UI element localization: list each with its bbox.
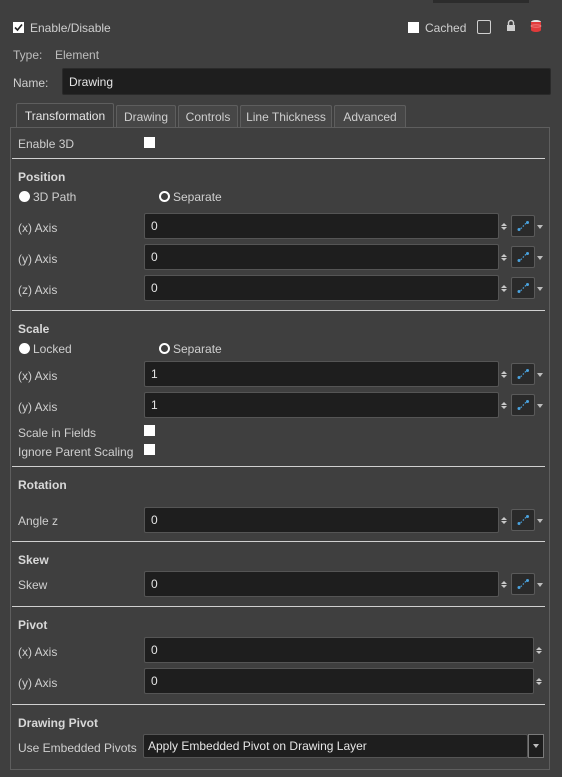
- scale-y-input[interactable]: 1: [144, 392, 499, 418]
- function-curve-icon: [517, 515, 529, 525]
- function-curve-button[interactable]: [511, 277, 535, 299]
- position-y-spinner[interactable]: [500, 244, 508, 270]
- chevron-down-icon[interactable]: [537, 256, 543, 260]
- position-z-input[interactable]: 0: [144, 275, 499, 301]
- position-x-label: (x) Axis: [18, 221, 58, 235]
- checkmark-icon: [14, 23, 23, 32]
- function-curve-icon: [517, 369, 529, 379]
- radio-position-separate-label: Separate: [173, 190, 222, 204]
- skew-input[interactable]: 0: [144, 571, 499, 597]
- radio-3d-path-label: 3D Path: [33, 190, 77, 204]
- chevron-down-icon[interactable]: [537, 583, 543, 587]
- divider: [12, 466, 545, 467]
- tab-drawing[interactable]: Drawing: [116, 105, 176, 127]
- divider: [12, 541, 545, 542]
- radio-position-separate[interactable]: [159, 191, 170, 202]
- scale-in-fields-label: Scale in Fields: [18, 426, 97, 440]
- chevron-down-icon[interactable]: [537, 404, 543, 408]
- skew-spinner[interactable]: [500, 571, 508, 597]
- position-y-input[interactable]: 0: [144, 244, 499, 270]
- position-x-spinner[interactable]: [500, 213, 508, 239]
- name-input[interactable]: Drawing: [62, 68, 551, 95]
- function-curve-button[interactable]: [511, 215, 535, 237]
- chevron-down-icon[interactable]: [537, 287, 543, 291]
- function-curve-icon: [517, 252, 529, 262]
- embedded-pivot-dropdown-button[interactable]: [528, 734, 544, 758]
- enable-label: Enable/Disable: [30, 21, 111, 35]
- pivot-x-input[interactable]: 0: [144, 637, 534, 663]
- function-curve-button[interactable]: [511, 394, 535, 416]
- type-value: Element: [55, 48, 100, 62]
- radio-scale-separate[interactable]: [159, 343, 170, 354]
- angle-z-label: Angle z: [18, 514, 59, 528]
- divider: [12, 606, 545, 607]
- function-curve-button[interactable]: [511, 246, 535, 268]
- pivot-x-spinner[interactable]: [535, 637, 543, 663]
- pivot-y-spinner[interactable]: [535, 668, 543, 694]
- database-icon[interactable]: [530, 19, 542, 36]
- tab-advanced[interactable]: Advanced: [334, 105, 406, 127]
- scale-x-spinner[interactable]: [500, 361, 508, 387]
- scale-title: Scale: [18, 322, 50, 336]
- pivot-title: Pivot: [18, 618, 48, 632]
- position-z-label: (z) Axis: [18, 283, 58, 297]
- function-curve-icon: [517, 221, 529, 231]
- tab-transformation[interactable]: Transformation: [16, 103, 114, 128]
- radio-scale-separate-label: Separate: [173, 342, 222, 356]
- scale-y-label: (y) Axis: [18, 400, 58, 414]
- drawing-pivot-title: Drawing Pivot: [18, 716, 99, 730]
- radio-scale-locked[interactable]: [19, 343, 30, 354]
- cached-checkbox[interactable]: [408, 22, 419, 33]
- function-curve-icon: [517, 579, 529, 589]
- enable3d-checkbox[interactable]: [144, 137, 155, 148]
- lock-icon[interactable]: [506, 19, 516, 36]
- chevron-down-icon[interactable]: [537, 225, 543, 229]
- divider: [12, 158, 545, 159]
- function-curve-button[interactable]: [511, 363, 535, 385]
- top-edge-tab: [433, 0, 529, 3]
- angle-z-spinner[interactable]: [500, 507, 508, 533]
- color-swatch-button[interactable]: [477, 20, 491, 34]
- tab-controls[interactable]: Controls: [178, 105, 238, 127]
- pivot-x-label: (x) Axis: [18, 645, 58, 659]
- embedded-pivot-select[interactable]: Apply Embedded Pivot on Drawing Layer: [143, 734, 528, 758]
- pivot-y-label: (y) Axis: [18, 676, 58, 690]
- position-x-input[interactable]: 0: [144, 213, 499, 239]
- chevron-down-icon[interactable]: [537, 373, 543, 377]
- chevron-down-icon[interactable]: [537, 519, 543, 523]
- scale-in-fields-checkbox[interactable]: [144, 425, 155, 436]
- angle-z-input[interactable]: 0: [144, 507, 499, 533]
- use-embedded-pivots-label: Use Embedded Pivots: [18, 741, 137, 755]
- position-title: Position: [18, 170, 66, 184]
- function-curve-button[interactable]: [511, 509, 535, 531]
- tab-line-thickness[interactable]: Line Thickness: [240, 105, 332, 127]
- function-curve-icon: [517, 400, 529, 410]
- function-curve-button[interactable]: [511, 573, 535, 595]
- pivot-y-input[interactable]: 0: [144, 668, 534, 694]
- divider: [12, 704, 545, 705]
- skew-label: Skew: [18, 578, 48, 592]
- type-label: Type:: [13, 48, 43, 62]
- radio-scale-locked-label: Locked: [33, 342, 72, 356]
- position-z-spinner[interactable]: [500, 275, 508, 301]
- chevron-down-icon: [533, 744, 539, 748]
- scale-y-spinner[interactable]: [500, 392, 508, 418]
- ignore-parent-scaling-label: Ignore Parent Scaling: [18, 445, 134, 459]
- scale-x-label: (x) Axis: [18, 369, 58, 383]
- position-y-label: (y) Axis: [18, 252, 58, 266]
- cached-label: Cached: [425, 21, 467, 35]
- rotation-title: Rotation: [18, 478, 67, 492]
- scale-x-input[interactable]: 1: [144, 361, 499, 387]
- radio-3d-path[interactable]: [19, 191, 30, 202]
- divider: [12, 310, 545, 311]
- ignore-parent-scaling-checkbox[interactable]: [144, 444, 155, 455]
- name-label: Name:: [13, 76, 49, 90]
- skew-title: Skew: [18, 553, 49, 567]
- enable3d-label: Enable 3D: [18, 137, 75, 151]
- function-curve-icon: [517, 283, 529, 293]
- enable-checkbox[interactable]: [13, 22, 24, 33]
